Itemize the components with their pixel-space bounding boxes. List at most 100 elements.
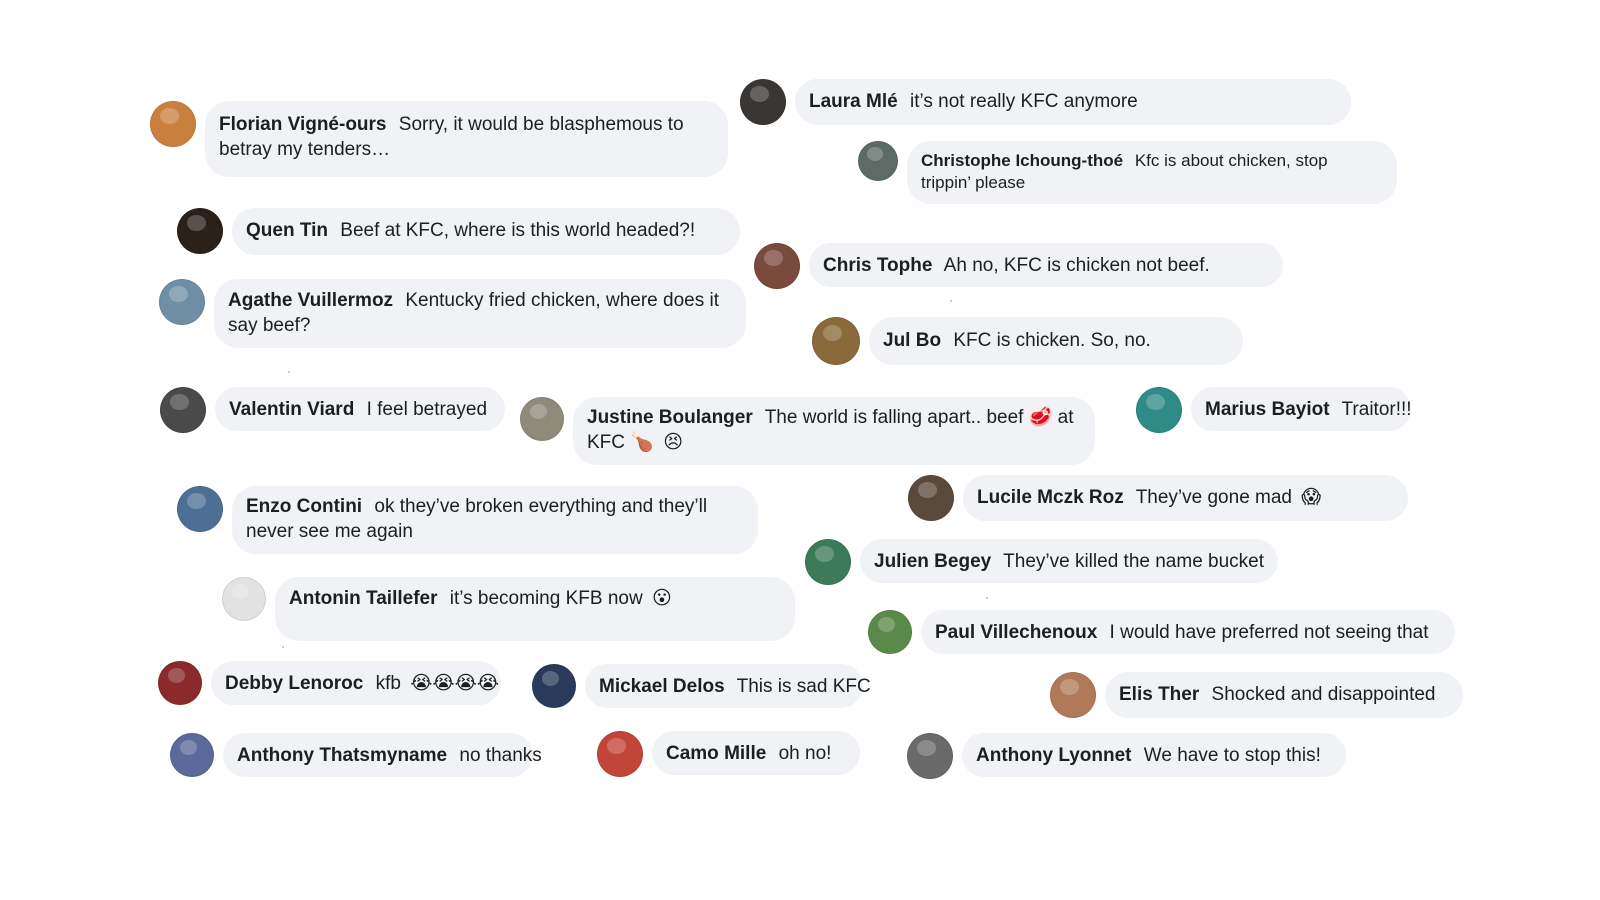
comment-anthony-lyonnet: Anthony Lyonnet We have to stop this!	[907, 733, 1346, 779]
comment-bubble: Anthony Lyonnet We have to stop this!	[962, 733, 1346, 777]
avatar[interactable]	[868, 610, 912, 654]
screaming-face-emoji: 😱	[1301, 486, 1322, 508]
avatar[interactable]	[159, 279, 205, 325]
comment-author[interactable]: Agathe Vuillermoz	[228, 290, 393, 311]
comment-julien: Julien Begey They’ve killed the name buc…	[805, 539, 1278, 585]
comment-bubble: Jul Bo KFC is chicken. So, no.	[869, 317, 1243, 365]
speck	[288, 371, 290, 373]
comment-author[interactable]: Debby Lenoroc	[225, 673, 363, 694]
comment-author[interactable]: Mickael Delos	[599, 676, 725, 697]
comment-bubble: Antonin Taillefer it’s becoming KFB now …	[275, 577, 795, 641]
comment-author[interactable]: Anthony Thatsmyname	[237, 745, 447, 766]
comment-bubble: Agathe Vuillermoz Kentucky fried chicken…	[214, 279, 746, 348]
avatar[interactable]	[520, 397, 564, 441]
comment-text: Traitor!!!	[1341, 399, 1412, 420]
comment-text: KFC is chicken. So, no.	[953, 330, 1151, 351]
comment-laura: Laura Mlé it’s not really KFC anymore	[740, 79, 1351, 125]
comment-quentin: Quen Tin Beef at KFC, where is this worl…	[177, 208, 740, 255]
comment-author[interactable]: Christophe Ichoung-thoé	[921, 151, 1123, 170]
comment-text: This is sad KFC	[736, 676, 871, 697]
comment-author[interactable]: Valentin Viard	[229, 399, 354, 420]
comment-author[interactable]: Lucile Mczk Roz	[977, 487, 1124, 508]
speck	[282, 646, 284, 648]
comment-text: I feel betrayed	[366, 399, 488, 420]
avatar[interactable]	[805, 539, 851, 585]
avatar[interactable]	[177, 486, 223, 532]
comment-author[interactable]: Chris Tophe	[823, 255, 932, 276]
avatar[interactable]	[597, 731, 643, 777]
comment-jul-bo: Jul Bo KFC is chicken. So, no.	[812, 317, 1243, 365]
comment-enzo: Enzo Contini ok they’ve broken everythin…	[177, 486, 758, 554]
comment-author[interactable]: Laura Mlé	[809, 91, 898, 112]
avatar[interactable]	[812, 317, 860, 365]
comments-canvas: Florian Vigné-ours Sorry, it would be bl…	[0, 0, 1600, 900]
comment-justine: Justine Boulanger The world is falling a…	[520, 397, 1095, 465]
comment-lucile: Lucile Mczk Roz They’ve gone mad 😱	[908, 475, 1408, 521]
comment-text: it’s becoming KFB now	[449, 588, 643, 609]
comment-text: Ah no, KFC is chicken not beef.	[943, 255, 1210, 276]
avatar[interactable]	[858, 141, 898, 181]
comment-text: I would have preferred not seeing that	[1109, 622, 1429, 643]
comment-bubble: Justine Boulanger The world is falling a…	[573, 397, 1095, 465]
comment-bubble: Camo Mille oh no!	[652, 731, 860, 775]
comment-text: We have to stop this!	[1143, 745, 1321, 766]
avatar[interactable]	[160, 387, 206, 433]
avatar[interactable]	[908, 475, 954, 521]
comment-author[interactable]: Enzo Contini	[246, 496, 362, 517]
comment-bubble: Florian Vigné-ours Sorry, it would be bl…	[205, 101, 728, 177]
comment-author[interactable]: Paul Villechenoux	[935, 622, 1097, 643]
comment-text: Beef at KFC, where is this world headed?…	[340, 220, 696, 241]
comment-bubble: Chris Tophe Ah no, KFC is chicken not be…	[809, 243, 1283, 287]
comment-bubble: Laura Mlé it’s not really KFC anymore	[795, 79, 1351, 125]
comment-text: They’ve killed the name bucket	[1003, 551, 1265, 572]
comment-bubble: Anthony Thatsmyname no thanks	[223, 733, 542, 777]
comment-antonin: Antonin Taillefer it’s becoming KFB now …	[222, 577, 795, 641]
avatar[interactable]	[222, 577, 266, 621]
comment-text: oh no!	[778, 743, 832, 764]
comment-debby: Debby Lenoroc kfb 😭😭😭😭	[158, 661, 501, 705]
comment-text: no thanks	[459, 745, 542, 766]
comment-bubble: Christophe Ichoung-thoé Kfc is about chi…	[907, 141, 1397, 204]
comment-author[interactable]: Anthony Lyonnet	[976, 745, 1132, 766]
comment-paul: Paul Villechenoux I would have preferred…	[868, 610, 1455, 654]
comment-florian: Florian Vigné-ours Sorry, it would be bl…	[150, 101, 728, 177]
avatar[interactable]	[1050, 672, 1096, 718]
comment-bubble: Enzo Contini ok they’ve broken everythin…	[232, 486, 758, 554]
comment-text: kfb	[375, 673, 401, 694]
avatar[interactable]	[907, 733, 953, 779]
comment-bubble: Marius Bayiot Traitor!!!	[1191, 387, 1412, 431]
comment-bubble: Quen Tin Beef at KFC, where is this worl…	[232, 208, 740, 255]
comment-author[interactable]: Elis Ther	[1119, 684, 1199, 705]
comment-marius: Marius Bayiot Traitor!!!	[1136, 387, 1412, 433]
avatar[interactable]	[170, 733, 214, 777]
avatar[interactable]	[740, 79, 786, 125]
comment-bubble: Elis Ther Shocked and disappointed	[1105, 672, 1463, 718]
comment-author[interactable]: Florian Vigné-ours	[219, 114, 387, 135]
comment-author[interactable]: Quen Tin	[246, 220, 328, 241]
comment-bubble: Paul Villechenoux I would have preferred…	[921, 610, 1455, 654]
comment-chris-tophe: Chris Tophe Ah no, KFC is chicken not be…	[754, 243, 1283, 289]
avatar[interactable]	[532, 664, 576, 708]
comment-author[interactable]: Camo Mille	[666, 743, 766, 764]
comment-bubble: Debby Lenoroc kfb 😭😭😭😭	[211, 661, 501, 705]
comment-text: Shocked and disappointed	[1211, 684, 1436, 705]
avatar[interactable]	[177, 208, 223, 254]
comment-christophe: Christophe Ichoung-thoé Kfc is about chi…	[858, 141, 1397, 204]
comment-author[interactable]: Julien Begey	[874, 551, 991, 572]
comment-text: it’s not really KFC anymore	[909, 91, 1138, 112]
comment-text: They’ve gone mad	[1135, 487, 1293, 508]
comment-agathe: Agathe Vuillermoz Kentucky fried chicken…	[159, 279, 746, 348]
avatar[interactable]	[754, 243, 800, 289]
comment-author[interactable]: Antonin Taillefer	[289, 588, 437, 609]
speck	[950, 300, 952, 302]
comment-elis: Elis Ther Shocked and disappointed	[1050, 672, 1463, 718]
avatar[interactable]	[150, 101, 196, 147]
comment-author[interactable]: Marius Bayiot	[1205, 399, 1330, 420]
avatar[interactable]	[158, 661, 202, 705]
comment-bubble: Julien Begey They’ve killed the name buc…	[860, 539, 1278, 583]
comment-author[interactable]: Jul Bo	[883, 330, 941, 351]
crying-face-emoji: 😭😭😭😭	[410, 672, 500, 694]
comment-author[interactable]: Justine Boulanger	[587, 407, 753, 428]
speck	[986, 597, 988, 599]
avatar[interactable]	[1136, 387, 1182, 433]
